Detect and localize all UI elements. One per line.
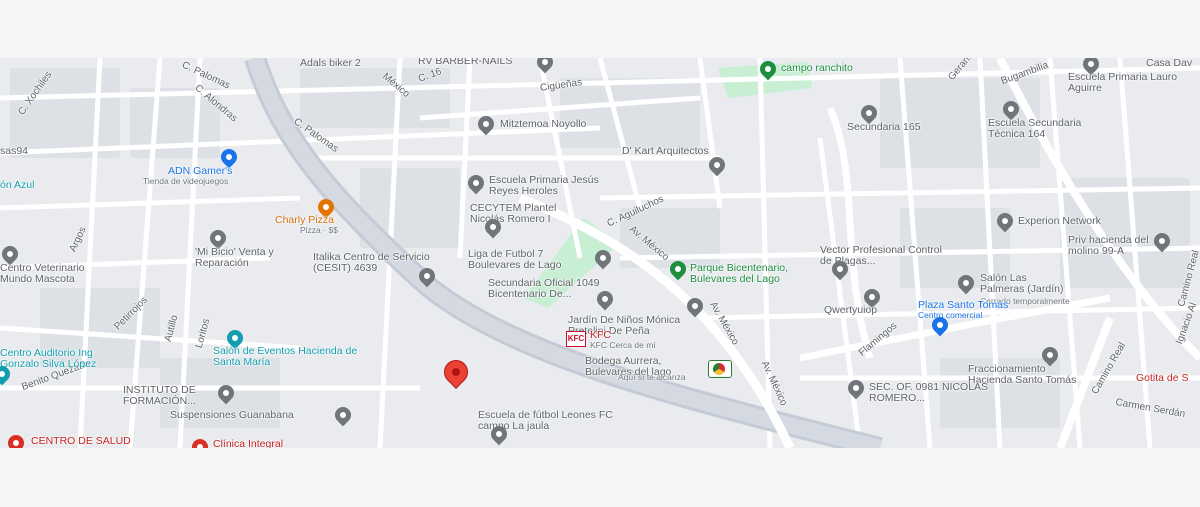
poi-label[interactable]: INSTITUTO DE FORMACIÓN...	[123, 385, 218, 407]
poi-label[interactable]: Clínica Integral	[213, 439, 283, 449]
poi-label[interactable]: Suspensiones Guanabana	[170, 410, 294, 421]
poi-sublabel: Tienda de videojuegos	[143, 176, 229, 186]
map-canvas[interactable]: C. Palomas C. Xochiles C. Alondras Méxic…	[0, 58, 1200, 448]
poi-label[interactable]: Escuela Primaria Jesús Reyes Heroles	[489, 175, 629, 197]
poi-label[interactable]: Priv hacienda del molino 99-A	[1068, 235, 1158, 257]
poi-label[interactable]: Salón de Eventos Hacienda de Santa María	[213, 346, 373, 368]
aurrera-logo-icon[interactable]	[708, 360, 732, 378]
poi-label[interactable]: Mitztemoa Noyollo	[500, 119, 586, 130]
poi-label[interactable]: SEC. OF. 0981 NICOLÁS ROMERO...	[869, 382, 999, 404]
poi-label[interactable]: Parque Bicentenario, Bulevares del Lago	[690, 263, 830, 285]
poi-label[interactable]: Gotita de S	[1136, 373, 1189, 384]
poi-label[interactable]: Centro Veterinario Mundo Mascota	[0, 263, 110, 285]
poi-label[interactable]: Liga de Futbol 7 Boulevares de Lago	[468, 249, 598, 271]
kfc-logo-icon[interactable]: KFC	[566, 331, 586, 347]
poi-label[interactable]: Casa Dav	[1146, 58, 1192, 69]
poi-sublabel: Pizza · $$	[300, 225, 338, 235]
poi-label[interactable]: Escuela Primaria Lauro Aguirre	[1068, 72, 1183, 94]
poi-label[interactable]: Secundaria 165	[847, 122, 921, 133]
poi-label[interactable]: Escuela Secundaria Técnica 164	[988, 118, 1113, 140]
poi-sublabel: Aquí sí te alcanza	[618, 372, 686, 382]
poi-label[interactable]: 'Mi Bicio' Venta y Reparación	[195, 247, 305, 269]
poi-label[interactable]: Salón Las Palmeras (Jardín)	[980, 273, 1065, 295]
poi-label-fragment: sas94	[0, 145, 29, 157]
poi-label[interactable]: campo ranchito	[781, 63, 853, 74]
poi-label[interactable]: Adals biker 2	[300, 58, 361, 69]
poi-label[interactable]: Qwertyuiop	[824, 305, 877, 316]
poi-label[interactable]: D' Kart Arquitectos	[622, 146, 709, 157]
poi-sublabel: Centro comercial	[918, 310, 983, 320]
poi-sublabel: KFC Cerca de mí	[590, 340, 656, 350]
poi-label[interactable]: Centro Auditorio Ing Gonzalo Silva López	[0, 348, 105, 370]
poi-label[interactable]: Experion Network	[1018, 216, 1101, 227]
poi-label[interactable]: RV BARBER-NAILS	[418, 58, 512, 67]
poi-label[interactable]: CENTRO DE SALUD	[31, 436, 131, 447]
poi-label-fragment: ón Azul	[0, 179, 35, 191]
